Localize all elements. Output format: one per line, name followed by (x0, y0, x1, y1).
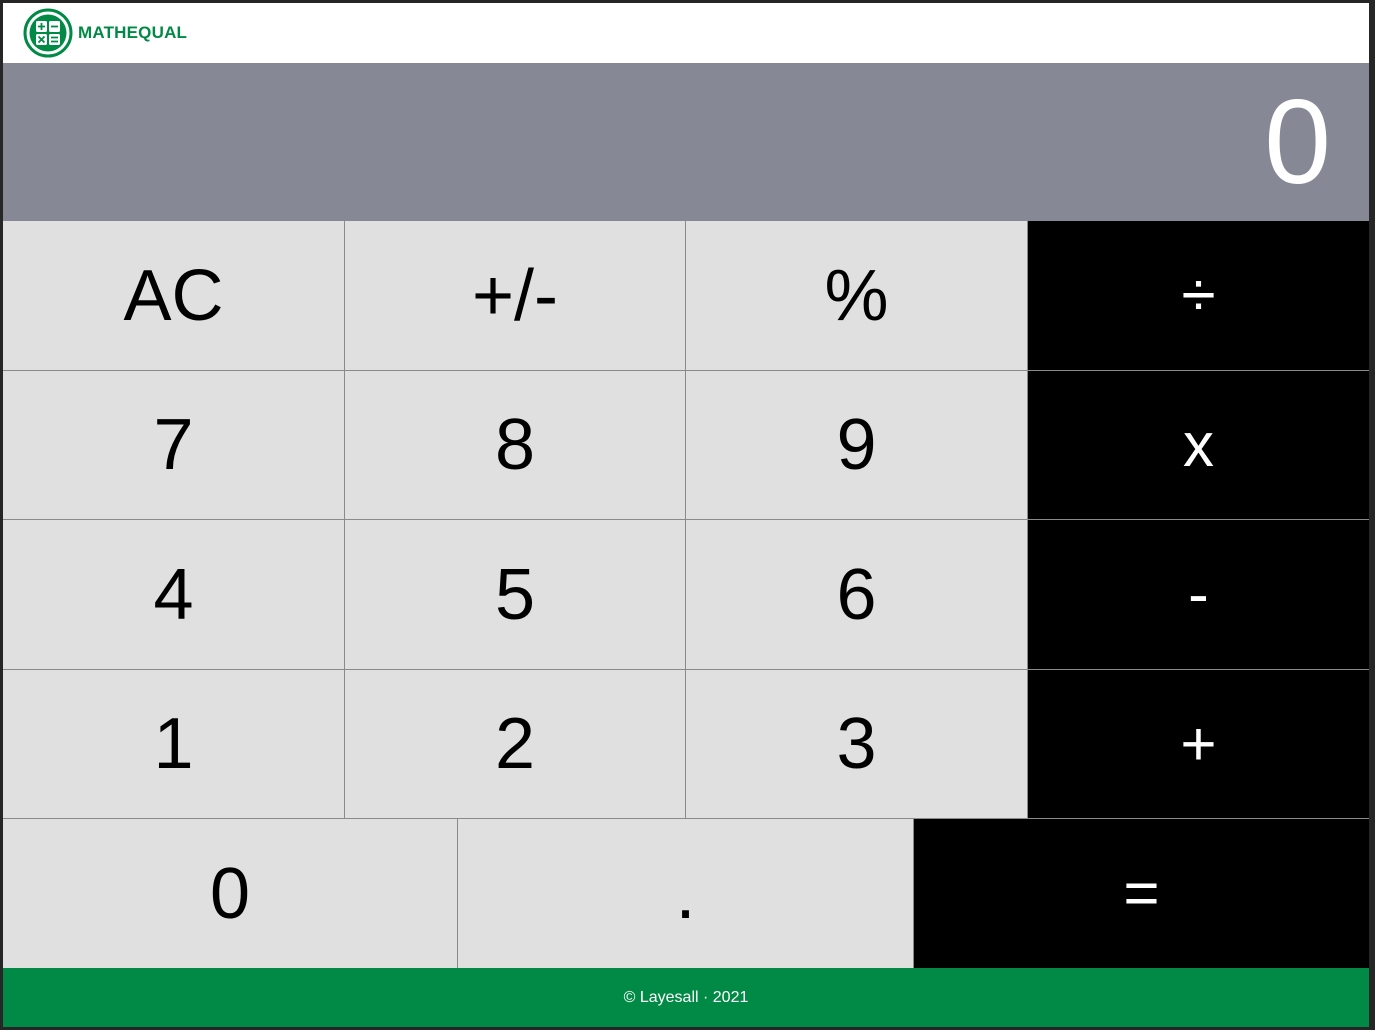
digit-8-button[interactable]: 8 (345, 371, 686, 520)
digit-9-button[interactable]: 9 (686, 371, 1028, 520)
digit-2-button[interactable]: 2 (345, 670, 686, 819)
digit-3-button[interactable]: 3 (686, 670, 1028, 819)
display-value: 0 (1264, 75, 1331, 209)
keypad: AC +/- % ÷ 7 8 9 x 4 5 6 - 1 2 3 + 0 . = (3, 221, 1369, 968)
decimal-button[interactable]: . (458, 819, 914, 968)
toggle-sign-button[interactable]: +/- (345, 221, 686, 371)
add-button[interactable]: + (1028, 670, 1369, 819)
digit-4-button[interactable]: 4 (3, 520, 345, 670)
digit-1-button[interactable]: 1 (3, 670, 345, 819)
digit-7-button[interactable]: 7 (3, 371, 345, 520)
divide-button[interactable]: ÷ (1028, 221, 1369, 371)
subtract-button[interactable]: - (1028, 520, 1369, 670)
digit-5-button[interactable]: 5 (345, 520, 686, 670)
digit-6-button[interactable]: 6 (686, 520, 1028, 670)
footer: © Layesall · 2021 (3, 968, 1369, 1027)
calculator-icon (23, 8, 73, 58)
copyright-text: © Layesall · 2021 (623, 988, 749, 1006)
navbar: MATHEQUAL (3, 3, 1369, 63)
brand-link[interactable]: MATHEQUAL (23, 8, 187, 58)
calculator-display: 0 (3, 63, 1369, 221)
equals-button[interactable]: = (914, 819, 1369, 968)
app-window: MATHEQUAL 0 AC +/- % ÷ 7 8 9 x 4 5 6 - 1… (3, 3, 1369, 1027)
percent-button[interactable]: % (686, 221, 1028, 371)
all-clear-button[interactable]: AC (3, 221, 345, 371)
digit-0-button[interactable]: 0 (3, 819, 458, 968)
multiply-button[interactable]: x (1028, 371, 1369, 520)
brand-name: MATHEQUAL (78, 23, 188, 42)
